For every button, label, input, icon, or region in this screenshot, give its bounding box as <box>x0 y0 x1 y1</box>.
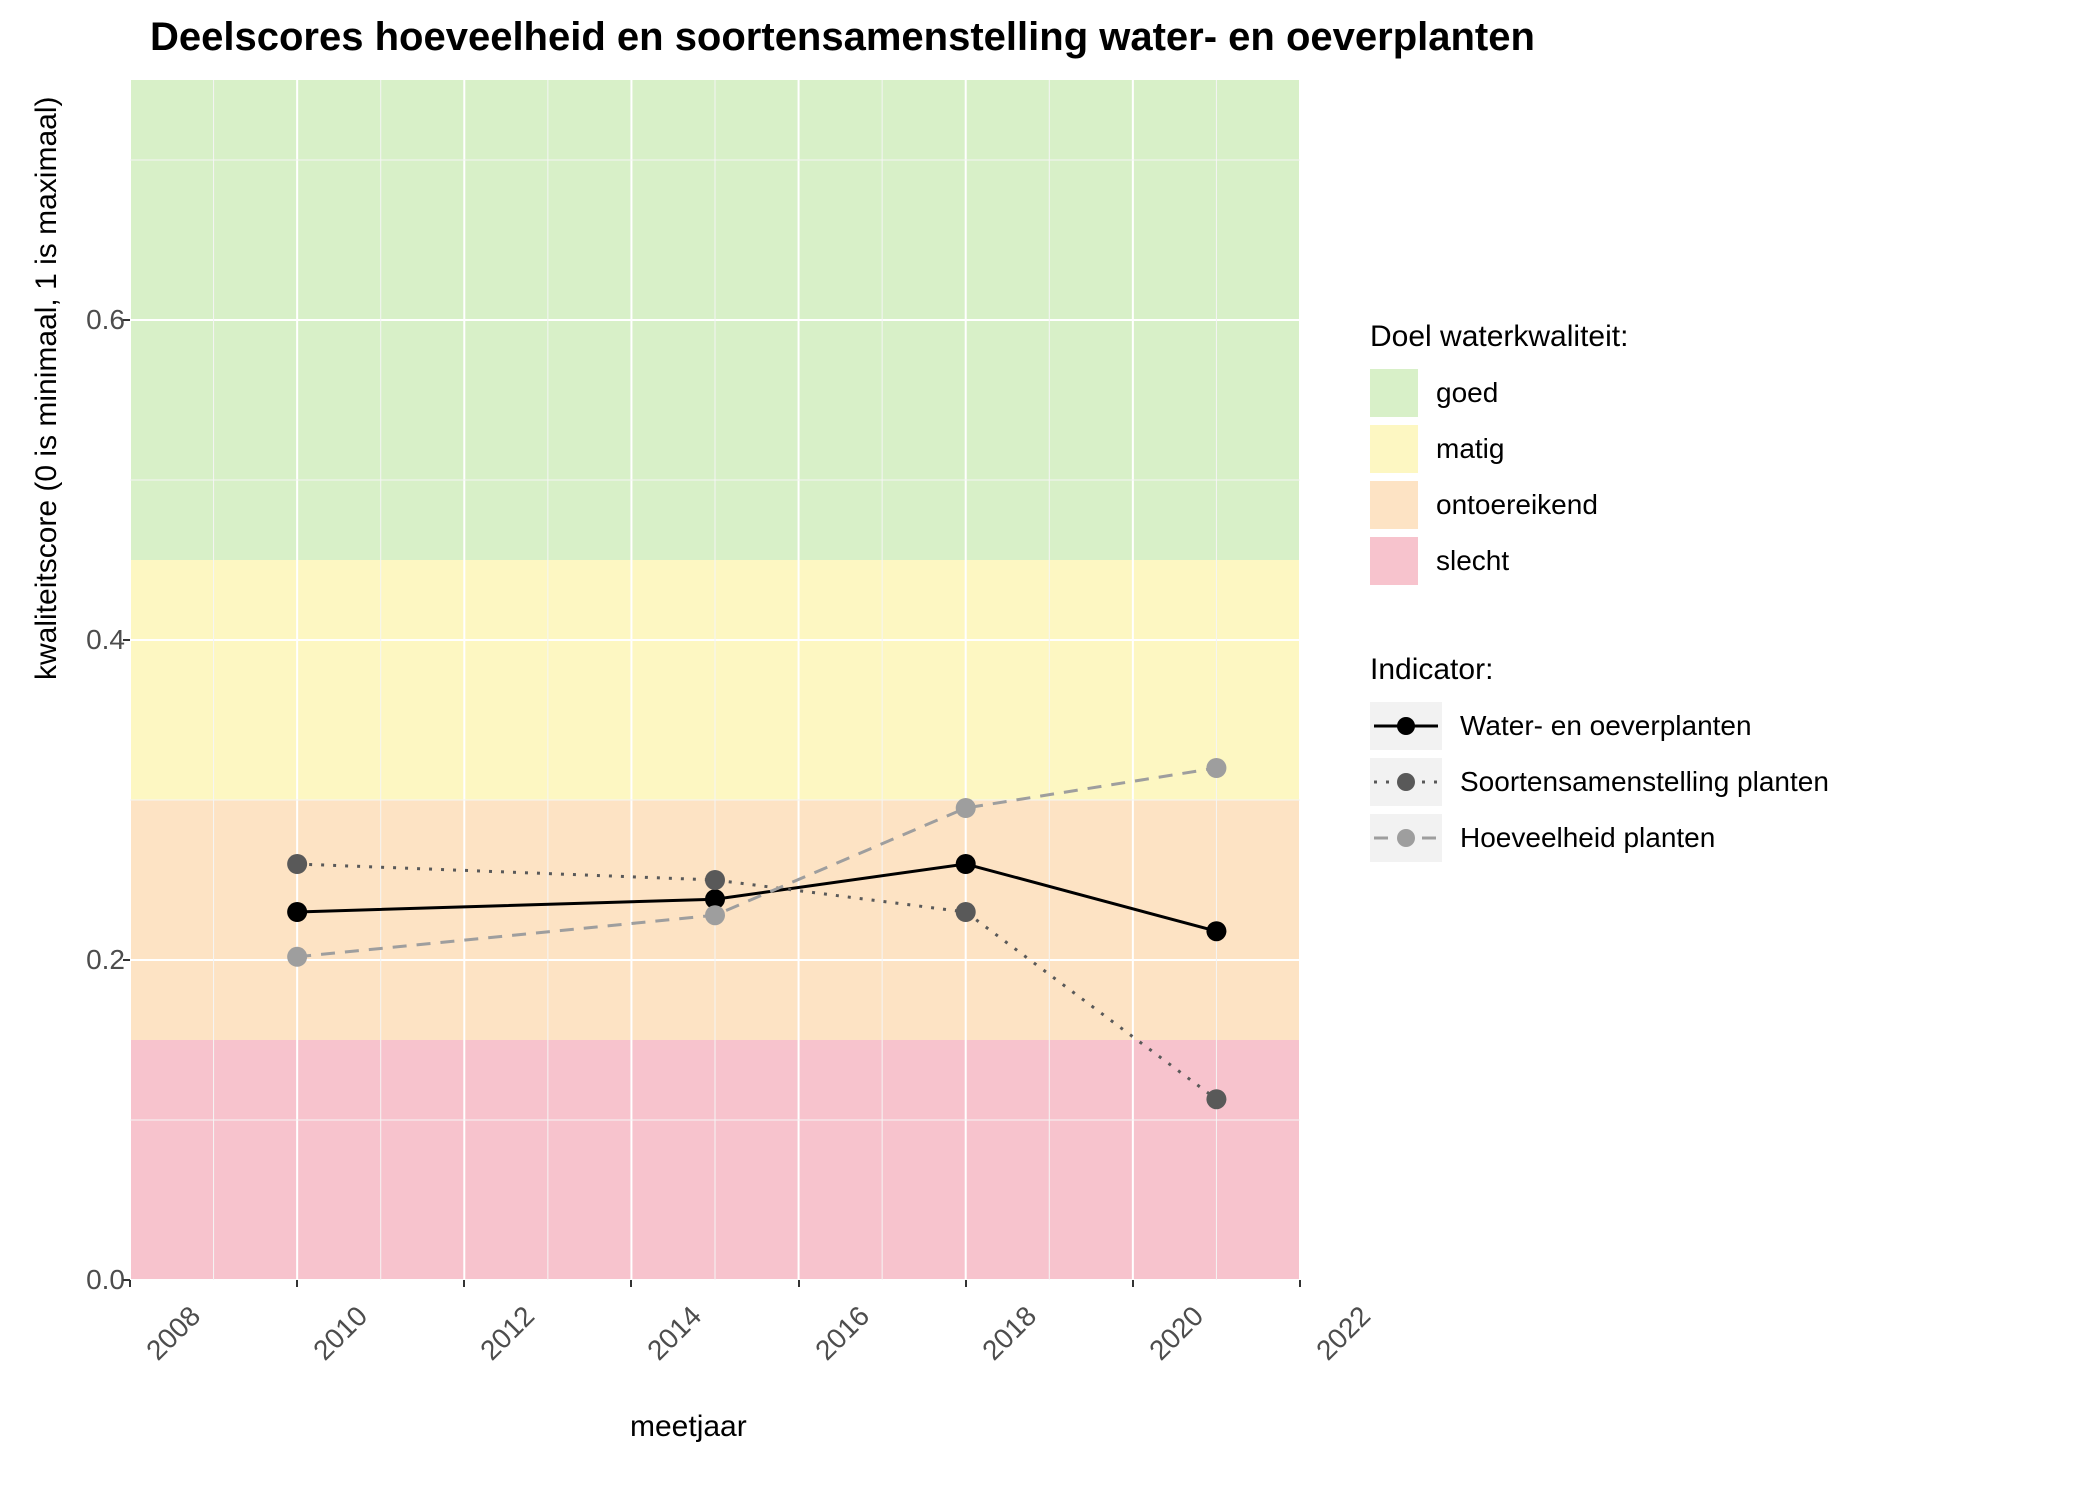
legend-label: goed <box>1436 377 1498 409</box>
legend-series-item: Water- en oeverplanten <box>1370 702 2070 750</box>
legend-series-title: Indicator: <box>1370 653 2070 687</box>
x-tick-label: 2014 <box>642 1300 709 1367</box>
x-tick-label: 2016 <box>809 1300 876 1367</box>
legend-band-item: ontoereikend <box>1370 481 2070 529</box>
legend-label: ontoereikend <box>1436 489 1598 521</box>
legend-line-sample <box>1370 814 1442 862</box>
legend-label: matig <box>1436 433 1504 465</box>
legend-swatch <box>1370 425 1418 473</box>
y-tick-label: 0.0 <box>65 1264 125 1296</box>
legend-label: Water- en oeverplanten <box>1460 710 1752 742</box>
y-tick-label: 0.4 <box>65 624 125 656</box>
chart-container: Deelscores hoeveelheid en soortensamenst… <box>0 0 2100 1500</box>
legend-series-item: Hoeveelheid planten <box>1370 814 2070 862</box>
legend-band-item: matig <box>1370 425 2070 473</box>
x-tick-label: 2010 <box>307 1300 374 1367</box>
legend-line-sample <box>1370 758 1442 806</box>
x-tick-label: 2012 <box>475 1300 542 1367</box>
x-tick-label: 2022 <box>1310 1300 1377 1367</box>
legend-swatch <box>1370 537 1418 585</box>
legend-swatch <box>1370 481 1418 529</box>
legend-series-item: Soortensamenstelling planten <box>1370 758 2070 806</box>
x-axis-label: meetjaar <box>630 1410 747 1444</box>
legend-label: slecht <box>1436 545 1509 577</box>
legend-label: Hoeveelheid planten <box>1460 822 1715 854</box>
chart-title: Deelscores hoeveelheid en soortensamenst… <box>150 15 1535 60</box>
legend: Doel waterkwaliteit: goed matig ontoereike… <box>1370 320 2070 870</box>
legend-line-sample <box>1370 702 1442 750</box>
y-tick-label: 0.2 <box>65 944 125 976</box>
y-axis-label: kwaliteitscore (0 is minimaal, 1 is maxi… <box>30 97 64 680</box>
legend-label: Soortensamenstelling planten <box>1460 766 1829 798</box>
x-tick-label: 2008 <box>140 1300 207 1367</box>
legend-swatch <box>1370 369 1418 417</box>
legend-band-item: goed <box>1370 369 2070 417</box>
legend-bands-title: Doel waterkwaliteit: <box>1370 320 2070 354</box>
chart-svg <box>130 80 1300 1280</box>
x-tick-label: 2018 <box>976 1300 1043 1367</box>
plot-area <box>130 80 1300 1280</box>
x-tick-label: 2020 <box>1143 1300 1210 1367</box>
y-tick-label: 0.6 <box>65 304 125 336</box>
legend-band-item: slecht <box>1370 537 2070 585</box>
